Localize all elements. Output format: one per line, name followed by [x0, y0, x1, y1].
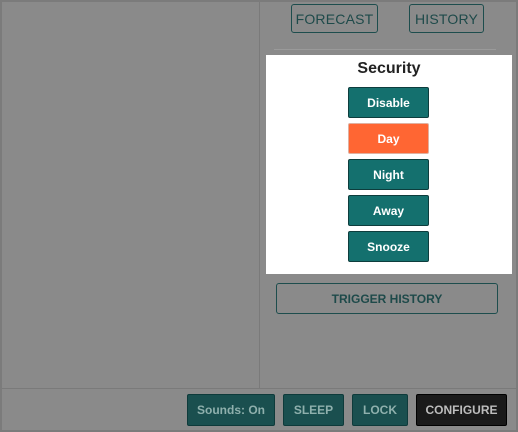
forecast-button[interactable]: FORECAST: [291, 4, 378, 33]
bottom-toolbar: Sounds: On SLEEP LOCK CONFIGURE: [2, 388, 516, 431]
mode-button-day[interactable]: Day: [348, 123, 429, 154]
configure-button[interactable]: CONFIGURE: [416, 394, 507, 426]
trigger-history-button[interactable]: TRIGGER HISTORY: [276, 283, 498, 314]
sounds-toggle-button[interactable]: Sounds: On: [187, 394, 275, 426]
sleep-button[interactable]: SLEEP: [283, 394, 344, 426]
app-window: FORECAST HISTORY Security Disable Day Ni…: [0, 0, 518, 432]
left-pane: [2, 2, 260, 388]
lock-button[interactable]: LOCK: [352, 394, 408, 426]
security-title: Security: [357, 60, 421, 77]
security-panel: Security Disable Day Night Away Snooze: [266, 55, 512, 274]
history-button[interactable]: HISTORY: [409, 4, 484, 33]
divider: [274, 49, 496, 50]
mode-button-away[interactable]: Away: [348, 195, 429, 226]
mode-button-disable[interactable]: Disable: [348, 87, 429, 118]
mode-button-snooze[interactable]: Snooze: [348, 231, 429, 262]
mode-button-night[interactable]: Night: [348, 159, 429, 190]
